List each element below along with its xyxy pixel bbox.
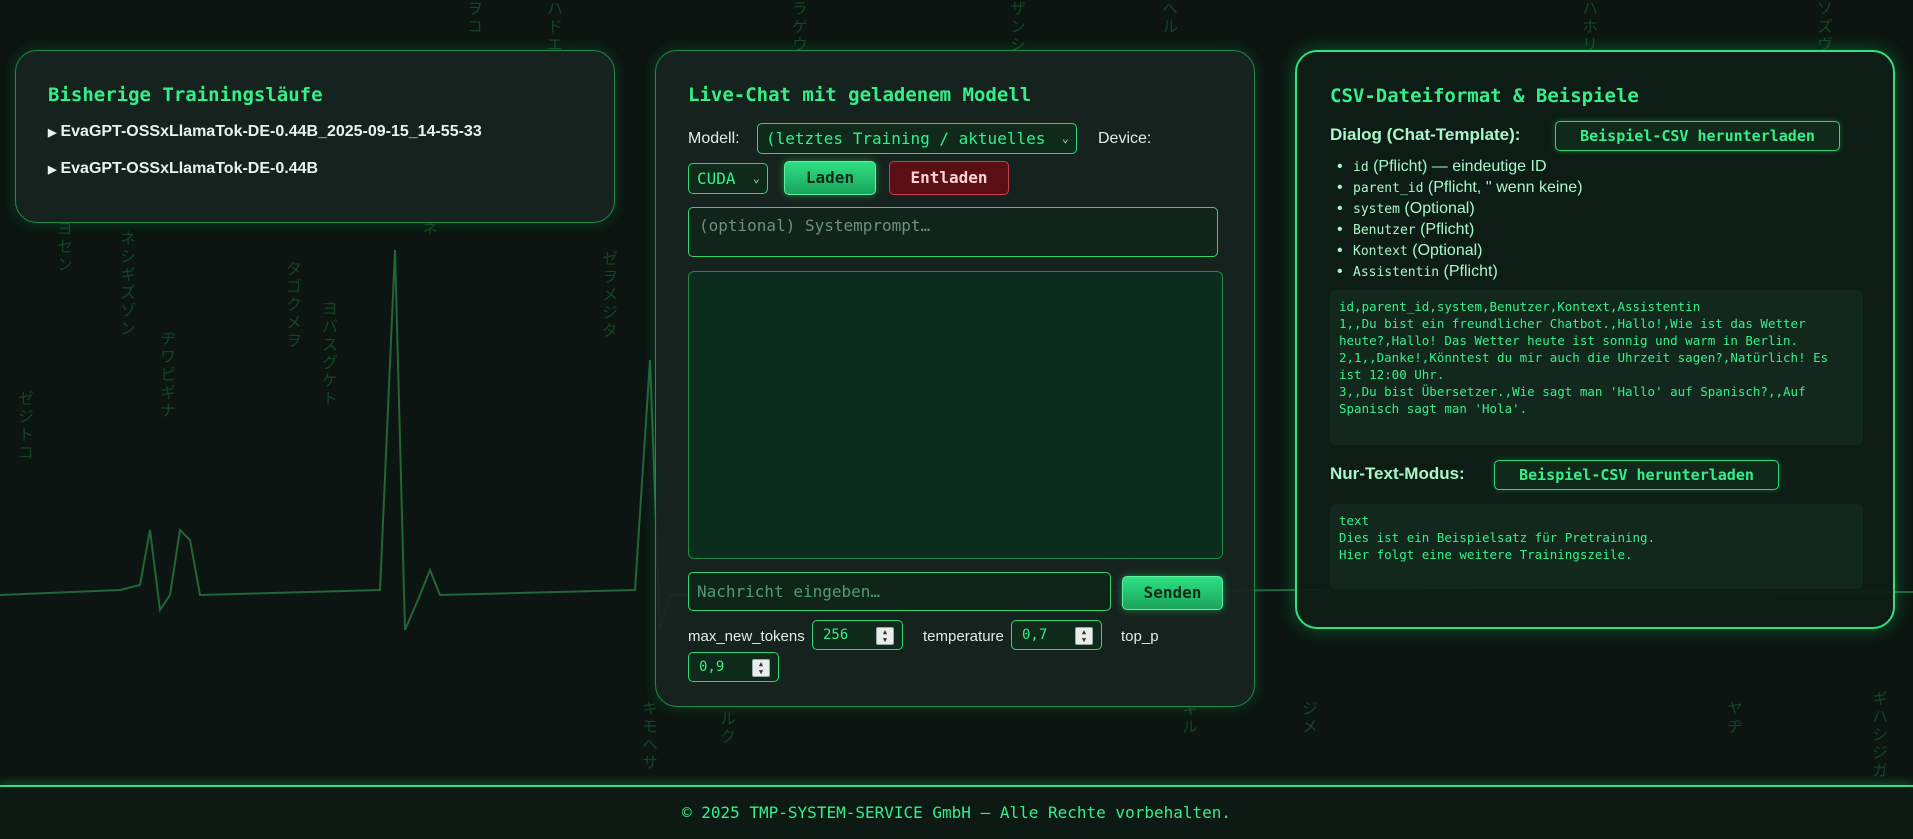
matrix-rain: ハホリ	[1579, 0, 1598, 54]
chat-title: Live-Chat mit geladenem Modell	[688, 84, 1032, 106]
chat-log[interactable]	[688, 271, 1223, 559]
training-history-panel: Bisherige Trainingsläufe ▶ EvaGPT-OSSxLla…	[15, 50, 615, 223]
page-footer: © 2025 TMP-SYSTEM-SERVICE GmbH — Alle Re…	[0, 785, 1913, 839]
matrix-rain: ゼヲメジタ	[599, 250, 618, 340]
field-item: id (Pflicht) — eindeutige ID	[1337, 157, 1583, 178]
send-button[interactable]: Senden	[1122, 576, 1223, 610]
message-input[interactable]: Nachricht eingeben…	[688, 572, 1111, 611]
matrix-rain: ヤヂ	[1724, 700, 1743, 736]
max-new-tokens-label: max_new_tokens	[688, 628, 805, 645]
model-label: Modell:	[688, 130, 740, 147]
download-dialog-csv-button[interactable]: Beispiel-CSV herunterladen	[1555, 121, 1840, 151]
copyright-text: © 2025 TMP-SYSTEM-SERVICE GmbH — Alle Re…	[681, 803, 1232, 822]
spinner-arrows-icon[interactable]: ▲ ▼	[876, 627, 894, 645]
top-p-input[interactable]: 0,9 ▲ ▼	[688, 652, 779, 682]
field-item: system (Optional)	[1337, 199, 1583, 220]
top-p-value: 0,9	[699, 659, 725, 675]
model-select-value: (letztes Training / aktuelles	[766, 129, 1046, 148]
device-select-value: CUDA	[697, 169, 736, 188]
text-csv-example: text Dies ist ein Beispielsatz für Pretr…	[1330, 504, 1863, 589]
field-item: Benutzer (Pflicht)	[1337, 220, 1583, 241]
matrix-rain: ヨセン	[54, 220, 73, 274]
download-text-csv-button[interactable]: Beispiel-CSV herunterladen	[1494, 460, 1779, 490]
spinner-arrows-icon[interactable]: ▲ ▼	[1075, 627, 1093, 645]
temperature-label: temperature	[923, 628, 1004, 645]
matrix-rain: ソズヴ	[1814, 0, 1833, 54]
matrix-rain: キモヘサ	[639, 700, 658, 772]
temperature-input[interactable]: 0,7 ▲ ▼	[1011, 620, 1102, 650]
max-new-tokens-value: 256	[823, 627, 849, 643]
matrix-rain: ヂワピギナ	[157, 330, 176, 420]
history-title: Bisherige Trainingsläufe	[48, 84, 323, 106]
top-p-label: top_p	[1121, 628, 1159, 645]
device-select[interactable]: CUDA ⌄	[688, 163, 768, 194]
matrix-rain: ラゲウ	[789, 0, 808, 54]
field-item: Kontext (Optional)	[1337, 241, 1583, 262]
max-new-tokens-input[interactable]: 256 ▲ ▼	[812, 620, 903, 650]
field-list: id (Pflicht) — eindeutige ID parent_id (…	[1337, 157, 1583, 283]
chevron-down-icon: ⌄	[1061, 131, 1069, 145]
matrix-rain: ギハシジガ	[1869, 690, 1888, 780]
text-mode-label: Nur-Text-Modus:	[1330, 464, 1465, 483]
run-item[interactable]: ▶ EvaGPT-OSSxLlamaTok-DE-0.44B_2025-09-15…	[48, 123, 482, 141]
chevron-down-icon: ⌄	[752, 171, 760, 185]
matrix-rain: ヲコ	[464, 0, 483, 36]
matrix-rain: ゼジトコ	[15, 390, 34, 462]
csv-format-panel: CSV-Dateiformat & Beispiele Dialog (Chat…	[1295, 50, 1895, 629]
matrix-rain: ヘル	[1159, 0, 1178, 36]
matrix-rain: タゴクメヲ	[283, 260, 302, 350]
run-item-label: EvaGPT-OSSxLlamaTok-DE-0.44B	[60, 160, 319, 177]
spinner-arrows-icon[interactable]: ▲ ▼	[752, 659, 770, 677]
csv-title: CSV-Dateiformat & Beispiele	[1330, 85, 1639, 107]
matrix-rain: ジメ	[1299, 700, 1318, 736]
triangle-right-icon: ▶	[48, 127, 57, 139]
load-button[interactable]: Laden	[784, 161, 876, 195]
field-item: Assistentin (Pflicht)	[1337, 262, 1583, 283]
device-label: Device:	[1098, 130, 1152, 147]
dialog-csv-example: id,parent_id,system,Benutzer,Kontext,Ass…	[1330, 290, 1863, 445]
matrix-rain: ルク	[717, 710, 736, 746]
system-prompt-placeholder: (optional) Systemprompt…	[699, 216, 931, 235]
temperature-value: 0,7	[1022, 627, 1048, 643]
matrix-rain: ネシギズゾン	[117, 230, 136, 338]
matrix-rain: ヨバスグケト	[319, 300, 338, 408]
field-item: parent_id (Pflicht, '' wenn keine)	[1337, 178, 1583, 199]
triangle-right-icon: ▶	[48, 164, 57, 176]
dialog-label: Dialog (Chat-Template):	[1330, 125, 1521, 144]
unload-button[interactable]: Entladen	[889, 161, 1009, 195]
live-chat-panel: Live-Chat mit geladenem Modell Modell: (…	[655, 50, 1255, 707]
run-item-label: EvaGPT-OSSxLlamaTok-DE-0.44B_2025-09-15_…	[60, 123, 482, 140]
model-select[interactable]: (letztes Training / aktuelles ⌄	[757, 123, 1077, 154]
run-item[interactable]: ▶ EvaGPT-OSSxLlamaTok-DE-0.44B	[48, 160, 318, 178]
system-prompt-input[interactable]: (optional) Systemprompt…	[688, 207, 1218, 257]
message-placeholder: Nachricht eingeben…	[697, 582, 881, 601]
